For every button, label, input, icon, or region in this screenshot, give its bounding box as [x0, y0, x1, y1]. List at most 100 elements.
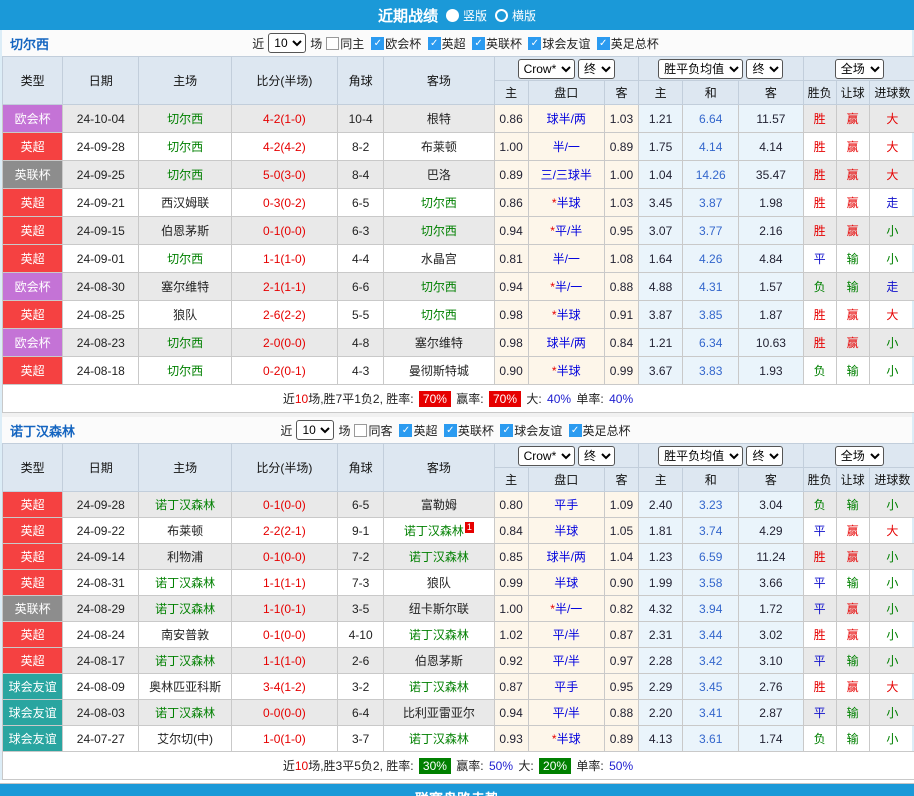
avg-final-select[interactable]: 终	[746, 59, 783, 79]
handicap-text: 半球	[557, 196, 581, 210]
col-score: 比分(半场)	[231, 444, 337, 492]
odds-away: 0.95	[604, 674, 638, 700]
league-checkbox[interactable]	[472, 37, 485, 50]
league-type-badge: 英超	[3, 518, 63, 544]
league-checkbox[interactable]	[428, 37, 441, 50]
avg-home: 1.99	[639, 570, 683, 596]
near-count-select[interactable]: 10	[296, 420, 334, 440]
away-team-name: 伯恩茅斯	[415, 654, 463, 668]
league-checkbox-group: 欧会杯 英超 英联杯 球会友谊 英足总杯	[371, 35, 661, 52]
match-row: 英超 24-08-25 狼队 2-6(2-2) 5-5 切尔西 0.98 *半球…	[3, 301, 914, 329]
score-halftime: 1-1(1-1)	[231, 570, 337, 596]
col-result: 胜负	[803, 81, 836, 105]
avg-draw: 3.87	[683, 189, 739, 217]
handicap-text: 平手	[554, 680, 578, 694]
col-odds-home: 主	[494, 81, 528, 105]
team-name: 诺丁汉森林	[10, 421, 75, 440]
handicap: 平/半	[528, 622, 604, 648]
bookmaker-select[interactable]: Crow*	[518, 59, 575, 79]
handicap-result: 赢	[836, 217, 869, 245]
avg-draw: 3.45	[683, 674, 739, 700]
result: 胜	[803, 161, 836, 189]
away-team: 诺丁汉森林	[384, 622, 494, 648]
fulltime-select[interactable]: 全场	[835, 59, 884, 79]
league-checkbox-item[interactable]: 球会友谊	[500, 422, 562, 439]
league-checkbox-item[interactable]: 英足总杯	[569, 422, 631, 439]
league-checkbox-item[interactable]: 英联杯	[472, 35, 522, 52]
avg-draw: 3.23	[683, 492, 739, 518]
team-filter-bar: 诺丁汉森林 近 10 场 同客 英超 英联杯 球会友谊	[2, 417, 912, 443]
away-team-name: 狼队	[427, 576, 451, 590]
layout-radio-horizontal[interactable]: 横版	[495, 7, 536, 24]
corners: 2-6	[338, 648, 384, 674]
layout-radio-vertical[interactable]: 竖版	[446, 7, 487, 24]
away-team: 曼彻斯特城	[384, 357, 494, 385]
summary-text: 近	[283, 759, 295, 773]
home-team: 诺丁汉森林	[139, 648, 231, 674]
league-checkbox-item[interactable]: 英超	[428, 35, 466, 52]
handicap-text: 半/一	[553, 252, 580, 266]
avg-away: 4.84	[739, 245, 803, 273]
win-rate-badge: 70%	[419, 391, 451, 407]
same-away-label: 同客	[368, 422, 392, 439]
league-checkbox[interactable]	[444, 424, 457, 437]
league-checkbox-item[interactable]: 英超	[399, 422, 437, 439]
odds-home: 0.98	[494, 329, 528, 357]
col-odds-home: 主	[494, 468, 528, 492]
avg-select[interactable]: 胜平负均值	[658, 446, 743, 466]
avg-final-select[interactable]: 终	[746, 446, 783, 466]
result: 胜	[803, 674, 836, 700]
team-name: 切尔西	[10, 34, 49, 53]
score-halftime: 1-1(1-0)	[231, 245, 337, 273]
match-date: 24-08-18	[63, 357, 139, 385]
score-halftime: 5-0(3-0)	[231, 161, 337, 189]
league-checkbox[interactable]	[371, 37, 384, 50]
goals-result: 小	[869, 726, 914, 752]
home-team: 南安普敦	[139, 622, 231, 648]
league-checkbox[interactable]	[528, 37, 541, 50]
score-halftime: 0-3(0-2)	[231, 189, 337, 217]
bookmaker-select[interactable]: Crow*	[518, 446, 575, 466]
away-team-name: 巴洛	[427, 168, 451, 182]
odds-home: 0.98	[494, 301, 528, 329]
summary-cell: 近10场,胜7平1负2, 胜率: 70% 赢率: 70% 大: 40% 单率: …	[3, 385, 914, 413]
same-away-checkbox[interactable]	[354, 424, 367, 437]
league-checkbox-item[interactable]: 球会友谊	[528, 35, 590, 52]
handicap-text: 球半/两	[547, 550, 586, 564]
league-type-badge: 球会友谊	[3, 726, 63, 752]
near-count-select[interactable]: 10	[268, 33, 306, 53]
odds-final-select[interactable]: 终	[578, 446, 615, 466]
league-checkbox[interactable]	[569, 424, 582, 437]
avg-draw: 3.44	[683, 622, 739, 648]
league-checkbox[interactable]	[399, 424, 412, 437]
same-away-checkbox-item[interactable]: 同客	[354, 422, 392, 439]
handicap-result: 赢	[836, 596, 869, 622]
avg-select[interactable]: 胜平负均值	[658, 59, 743, 79]
league-checkbox-label: 英足总杯	[583, 422, 631, 439]
league-checkbox[interactable]	[500, 424, 513, 437]
score-halftime: 4-2(4-2)	[231, 133, 337, 161]
corners: 7-3	[338, 570, 384, 596]
corners: 4-8	[338, 329, 384, 357]
league-checkbox-item[interactable]: 英足总杯	[597, 35, 659, 52]
avg-away: 11.57	[739, 105, 803, 133]
col-avg-away: 客	[739, 468, 803, 492]
handicap-result: 赢	[836, 622, 869, 648]
odds-home: 1.00	[494, 596, 528, 622]
away-team-name: 富勒姆	[421, 498, 457, 512]
avg-away: 35.47	[739, 161, 803, 189]
fulltime-select[interactable]: 全场	[835, 446, 884, 466]
league-checkbox-item[interactable]: 英联杯	[444, 422, 494, 439]
match-row: 英超 24-09-28 诺丁汉森林 0-1(0-0) 6-5 富勒姆 0.80 …	[3, 492, 914, 518]
league-checkbox[interactable]	[597, 37, 610, 50]
same-home-checkbox-item[interactable]: 同主	[326, 35, 364, 52]
col-odds-away: 客	[604, 81, 638, 105]
same-home-checkbox[interactable]	[326, 37, 339, 50]
match-row: 英超 24-09-21 西汉姆联 0-3(0-2) 6-5 切尔西 0.86 *…	[3, 189, 914, 217]
handicap-result: 输	[836, 357, 869, 385]
odds-final-select[interactable]: 终	[578, 59, 615, 79]
corners: 3-2	[338, 674, 384, 700]
goals-result: 小	[869, 217, 914, 245]
col-date: 日期	[63, 57, 139, 105]
league-checkbox-item[interactable]: 欧会杯	[371, 35, 421, 52]
